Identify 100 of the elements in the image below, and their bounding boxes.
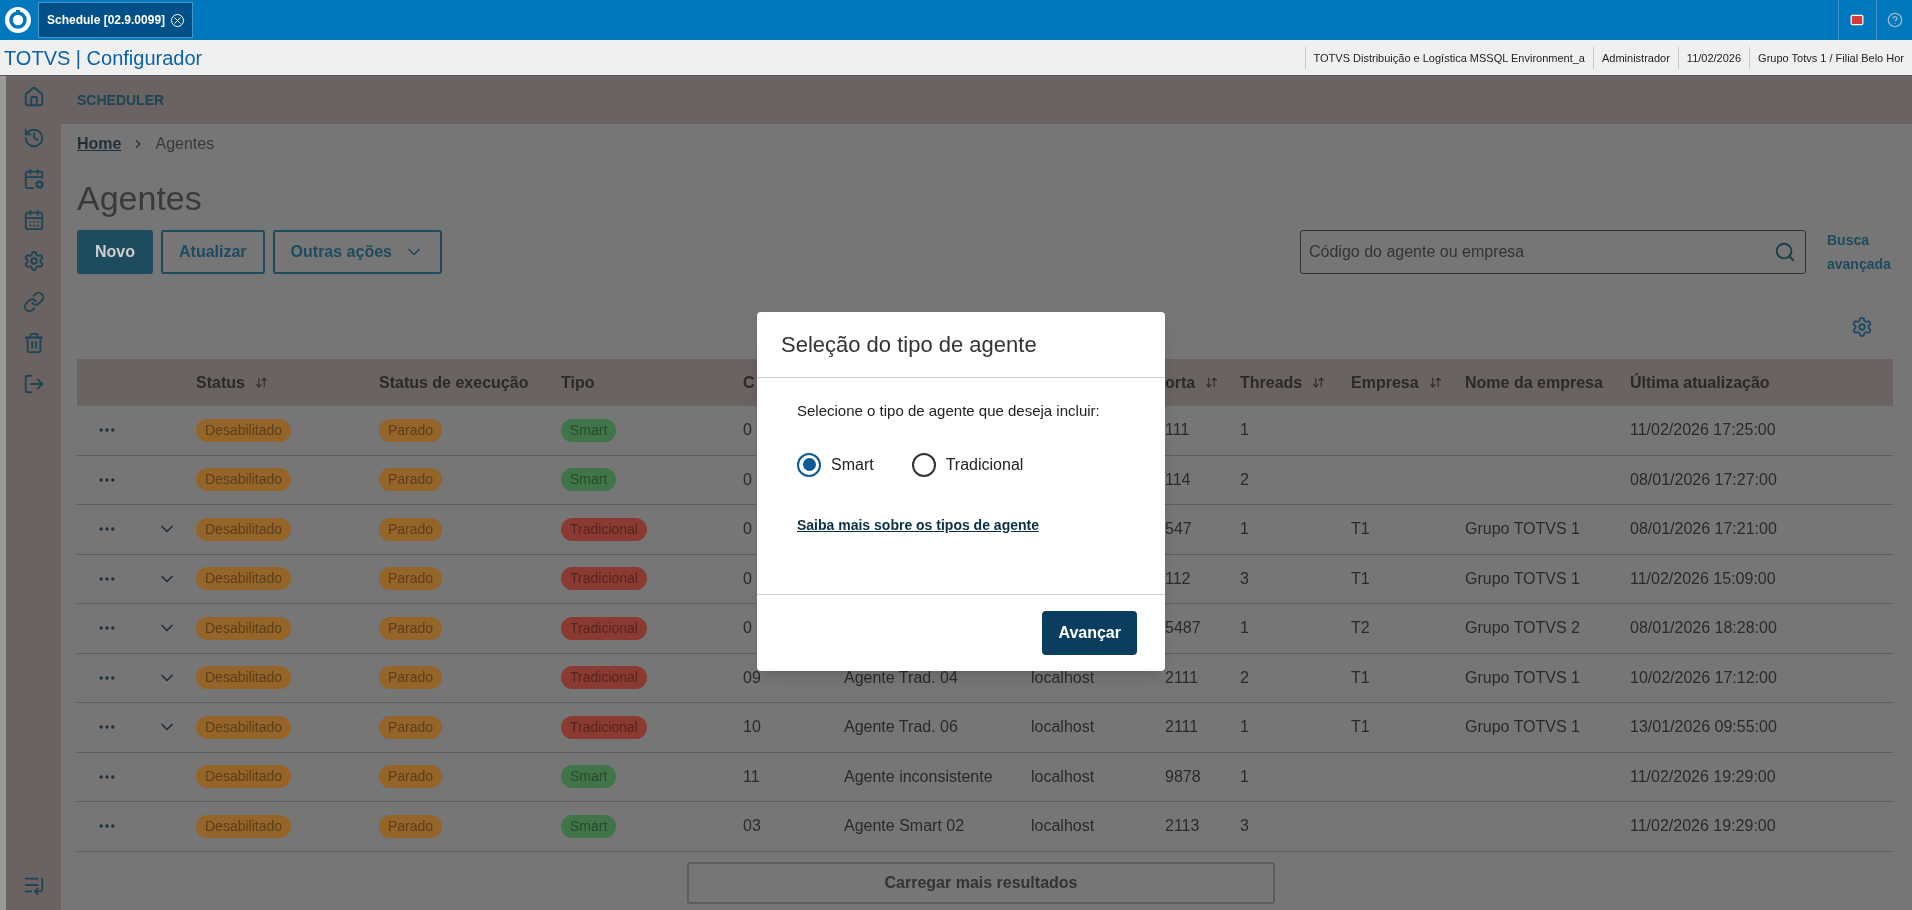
table-cell-text: 111 [1165,420,1190,441]
table-cell-text: 11/02/2026 15:09:00 [1630,568,1776,589]
table-cell-text: localhost [1031,717,1095,738]
action-button[interactable]: Novo [77,230,153,274]
radio-option[interactable]: Smart [797,452,874,477]
status-badge: Desabilitado [196,765,292,789]
table-cell-text: 1 [1240,519,1249,540]
settings-icon[interactable] [22,250,45,272]
column-header: Tipo [561,372,595,393]
calendar-gear-icon[interactable] [22,168,45,190]
table-cell-text: 112 [1165,568,1191,589]
table-cell-text: 0 [743,420,752,441]
table-cell-text: 5487 [1165,618,1201,639]
page-title: Agentes [77,178,202,218]
history-icon[interactable] [22,127,45,149]
home-icon[interactable] [22,86,45,108]
status-badge: Parado [379,567,443,591]
table-cell-text: 114 [1165,469,1191,490]
table-cell-text: 1 [1240,766,1249,787]
status-badge: Desabilitado [196,666,292,690]
sort-icon[interactable] [254,376,268,389]
table-cell-text: 547 [1165,519,1192,540]
column-header: orta [1165,372,1196,393]
table-cell-text: 0 [743,568,752,589]
table-cell-text: 11/02/2026 19:29:00 [1630,816,1776,837]
header-info: Administrador [1592,46,1678,69]
dialog-title: Seleção do tipo de agente [781,331,1037,359]
column-header: Status [196,372,245,393]
breadcrumb-current: Agentes [155,134,215,154]
table-cell-text: 11/02/2026 17:25:00 [1630,420,1776,441]
section-title: SCHEDULER [77,90,165,110]
info-link[interactable]: Saiba mais sobre os tipos de agente [797,514,1125,536]
radio-button[interactable] [911,452,936,477]
mail-icon [1849,13,1864,27]
status-badge: Desabilitado [196,814,292,838]
column-header: Status de execução [379,372,529,393]
status-badge: Desabilitado [196,715,292,739]
table-cell-text: 2111 [1165,667,1199,688]
table-cell-text: 13/01/2026 09:55:00 [1630,717,1777,738]
header-info: Grupo Totvs 1 / Filial Belo Hor [1749,46,1912,69]
trash-icon[interactable] [22,332,45,354]
table-cell-text: 3 [1240,568,1249,589]
tab-label: Schedule [02.9.0099] [47,12,166,29]
status-badge: Parado [379,468,443,492]
sort-icon[interactable] [1205,376,1219,389]
link-icon[interactable] [22,291,45,313]
table-cell-text: T2 [1351,618,1370,639]
radio-option[interactable]: Tradicional [911,452,1024,477]
table-cell-text: 2 [1240,667,1249,688]
logo-icon [4,6,32,34]
table-cell-text: 2 [1240,469,1249,490]
search-field[interactable]: Código do agente ou empresa [1300,230,1806,274]
table-cell-text: 11/02/2026 19:29:00 [1630,766,1776,787]
breadcrumb-link[interactable]: Home [77,132,122,156]
table-cell-text: 08/01/2026 18:28:00 [1630,618,1777,639]
status-badge: Parado [379,715,443,739]
app-title: TOTVS | Configurador [3,45,203,71]
table-cell-text: Agente Trad. 06 [844,717,958,738]
status-badge: Parado [379,517,443,541]
status-badge: Parado [379,616,443,640]
calendar-icon[interactable] [22,209,45,231]
table-cell-text: Agente inconsistente [844,766,993,787]
status-badge: Desabilitado [196,517,292,541]
table-cell-text: 08/01/2026 17:21:00 [1630,519,1777,540]
tab[interactable]: Schedule [02.9.0099] [38,2,194,38]
column-header: C [743,372,755,393]
radio-button[interactable] [797,452,821,477]
table-cell-text: 03 [743,816,761,837]
table-cell-text: T1 [1351,717,1370,738]
logout-icon[interactable] [22,373,45,395]
table-cell-text: localhost [1031,816,1095,837]
search-icon[interactable] [1774,241,1796,263]
dialog-prompt: Selecione o tipo de agente que deseja incluir: [797,401,1101,421]
status-badge: Parado [379,418,443,442]
status-badge: Parado [379,666,443,690]
table-cell-text: 10/02/2026 17:12:00 [1630,667,1777,688]
sort-icon[interactable] [1428,376,1442,389]
table-cell-text: Grupo TOTVS 1 [1465,667,1580,688]
table-cell-text: Grupo TOTVS 2 [1465,618,1580,639]
table-cell-text: Grupo TOTVS 1 [1465,568,1580,589]
table-cell-text: 09 [743,667,761,688]
header-info: TOTVS Distribuição e Logística MSSQL Environment_a [1304,46,1593,69]
header-info: 11/02/2026 [1677,46,1750,69]
table-cell-text: 1 [1240,420,1249,441]
table-cell-text: T1 [1351,519,1370,540]
status-badge: Desabilitado [196,418,292,442]
next-button[interactable]: Avançar [1042,611,1137,655]
status-badge: Desabilitado [196,616,292,640]
table-cell-text: 0 [743,519,752,540]
table-cell-text: localhost [1031,766,1095,787]
table-cell-text: T1 [1351,568,1370,589]
status-badge: Parado [379,765,443,789]
table-cell-text: 2111 [1165,717,1199,738]
table-cell-text: Grupo TOTVS 1 [1465,519,1580,540]
table-cell-text: T1 [1351,667,1370,688]
table-cell-text: 0 [743,469,752,490]
status-badge: Desabilitado [196,468,292,492]
settings-icon[interactable] [1851,316,1873,338]
sort-icon[interactable] [1312,376,1326,389]
table-cell-text: 1 [1240,717,1249,738]
